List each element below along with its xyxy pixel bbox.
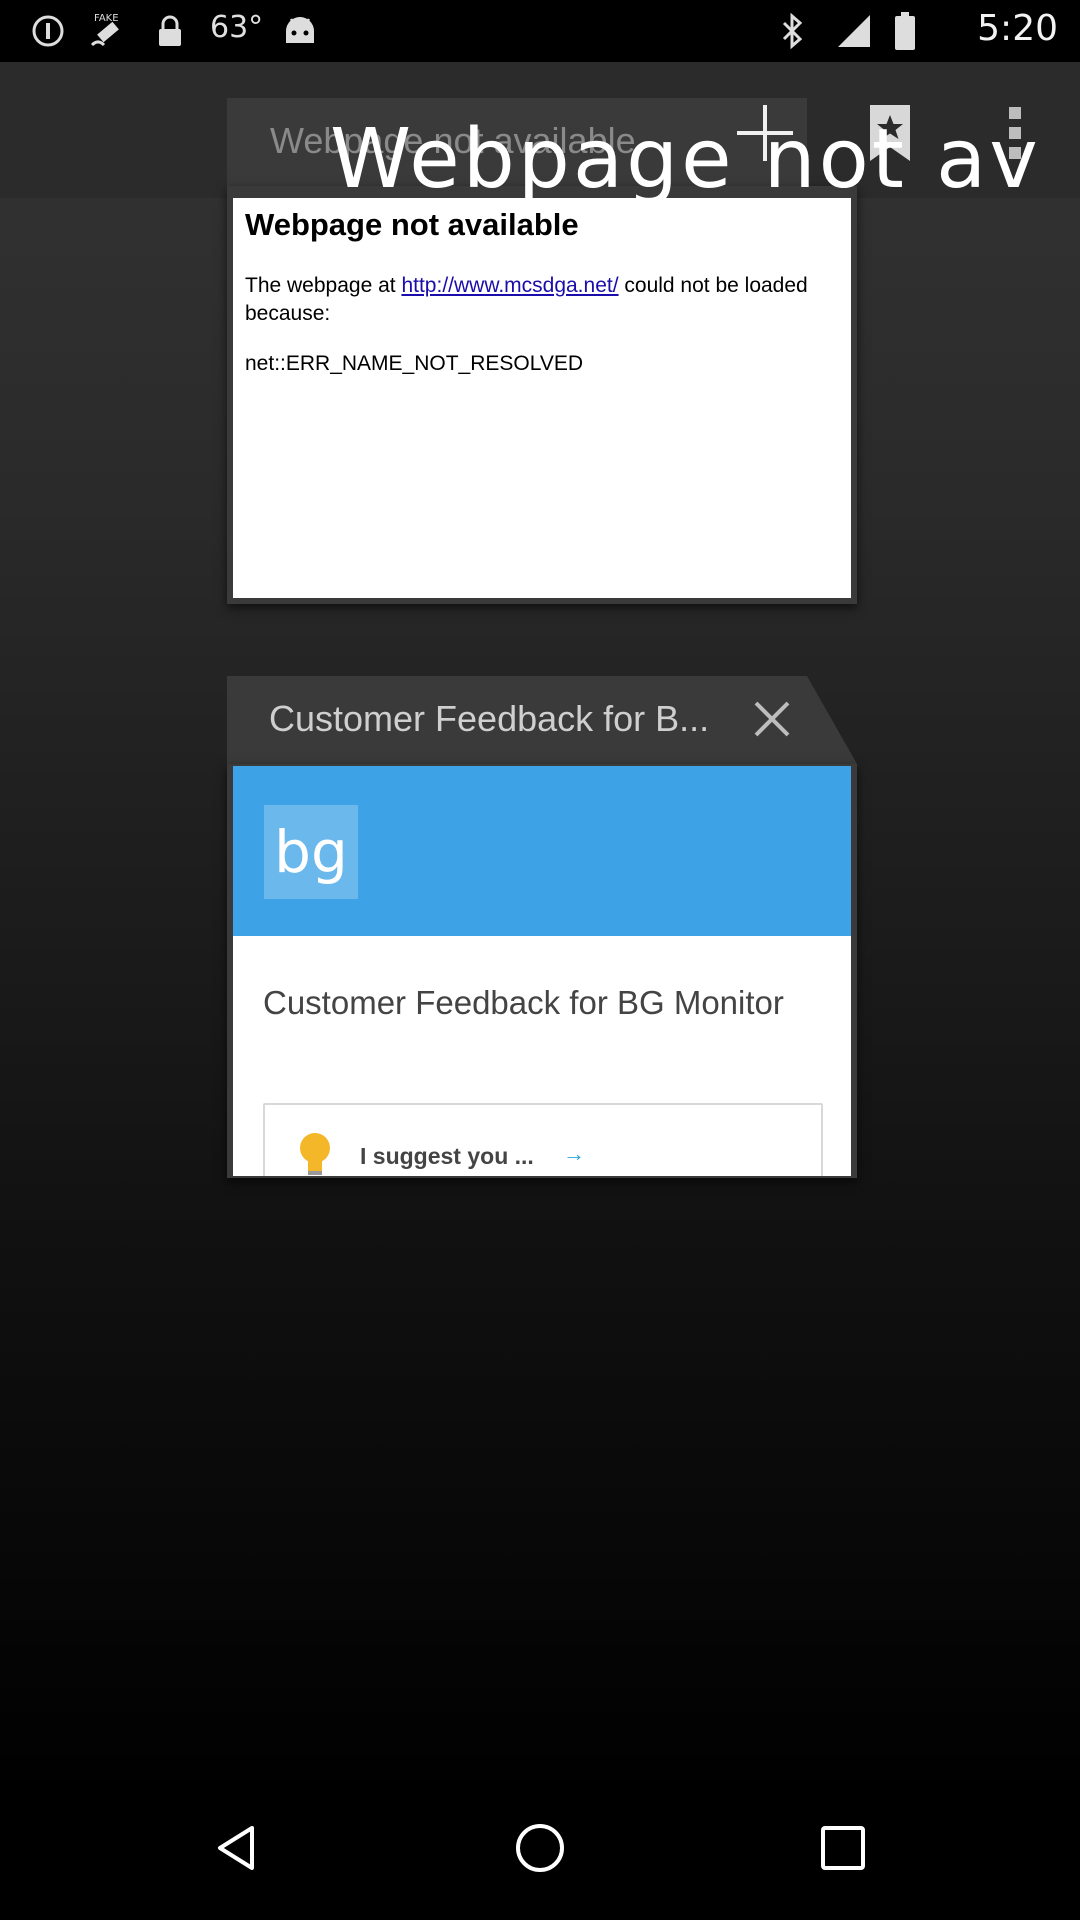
- back-button[interactable]: [197, 1810, 277, 1890]
- suggest-label: I suggest you ...: [360, 1143, 534, 1169]
- status-bar: FAKE 63° 5:20: [0, 0, 1080, 62]
- browser-tab-switcher: FAKE 63° 5:20 Webpage not available Webp…: [0, 0, 1080, 1920]
- home-button[interactable]: [500, 1810, 580, 1890]
- site-banner: bg: [233, 766, 851, 936]
- back-icon: [212, 1823, 262, 1878]
- error-description: The webpage at http://www.mcsdga.net/ co…: [245, 272, 839, 328]
- tab-card-webpage-not-available[interactable]: Webpage not available The webpage at htt…: [227, 186, 857, 604]
- suggestion-box: I suggest you ... →: [263, 1103, 823, 1176]
- recent-apps-icon: [819, 1824, 867, 1877]
- bluetooth-icon: [778, 12, 806, 50]
- bg-logo: bg: [264, 805, 358, 899]
- arrow-right-icon: →: [563, 1141, 585, 1166]
- recent-apps-button[interactable]: [803, 1810, 883, 1890]
- tab-card-customer-feedback[interactable]: Customer Feedback for B... bg Customer F…: [227, 676, 857, 1178]
- lightbulb-icon: [295, 1131, 335, 1176]
- tab-preview: bg Customer Feedback for BG Monitor I su…: [233, 766, 851, 1176]
- error-code: net::ERR_NAME_NOT_RESOLVED: [245, 352, 584, 375]
- close-icon: [752, 699, 792, 744]
- error-text-before: The webpage at: [245, 274, 402, 297]
- home-icon: [514, 1822, 566, 1879]
- battery-icon: [893, 12, 917, 50]
- clock: 5:20: [977, 8, 1058, 49]
- error-url-link: http://www.mcsdga.net/: [401, 274, 619, 297]
- android-icon: [282, 12, 318, 50]
- feedback-heading: Customer Feedback for BG Monitor: [263, 984, 784, 1021]
- navigation-bar: [0, 1780, 1080, 1920]
- tab-preview: Webpage not available The webpage at htt…: [233, 198, 851, 598]
- fake-gps-icon: FAKE: [86, 12, 130, 50]
- svg-text:FAKE: FAKE: [94, 13, 119, 24]
- signal-icon: [835, 12, 873, 50]
- lock-icon: [155, 12, 185, 50]
- page-title-overlay: Webpage not av: [330, 112, 1041, 207]
- tab-preview-frame: bg Customer Feedback for BG Monitor I su…: [227, 764, 857, 1178]
- alert-icon: [30, 12, 66, 50]
- temperature-label: 63°: [210, 10, 264, 45]
- error-heading: Webpage not available: [245, 207, 579, 242]
- tab-title: Customer Feedback for B...: [269, 698, 710, 739]
- close-tab-button[interactable]: [747, 696, 797, 746]
